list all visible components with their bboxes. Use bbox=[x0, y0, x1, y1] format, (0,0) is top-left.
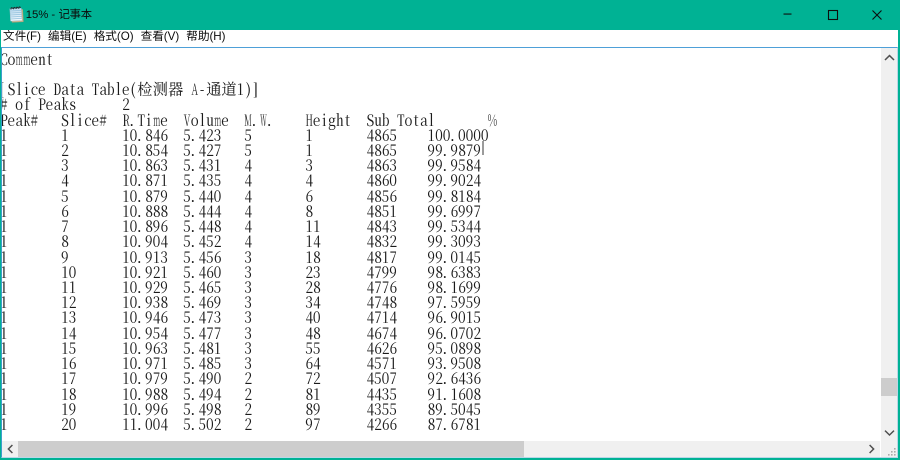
horizontal-scroll-thumb[interactable] bbox=[18, 441, 524, 457]
edit-client: Comment [Slice Data Table(检测器 A-通道1)] # of… bbox=[1, 47, 898, 458]
window-border-left bbox=[0, 0, 1, 460]
scroll-right-button[interactable] bbox=[864, 441, 880, 457]
text-content: Comment [Slice Data Table(检测器 A-通道1)] # of… bbox=[2, 48, 880, 435]
text-editor[interactable]: Comment [Slice Data Table(检测器 A-通道1)] # of… bbox=[2, 48, 880, 441]
text-caret bbox=[482, 141, 484, 156]
menu-bar: 文件(F) 编辑(E) 格式(O) 查看(V) 帮助(H) bbox=[1, 29, 898, 47]
scroll-left-button[interactable] bbox=[2, 441, 18, 457]
scroll-down-button[interactable] bbox=[881, 424, 897, 441]
horizontal-scrollbar[interactable] bbox=[2, 441, 880, 457]
scroll-up-button[interactable] bbox=[881, 48, 897, 65]
chevron-right-icon bbox=[869, 444, 875, 454]
scrollbar-corner bbox=[881, 441, 897, 457]
close-icon bbox=[872, 10, 882, 20]
resize-grip-icon[interactable] bbox=[887, 447, 897, 457]
notepad-window: 15% - 记事本 文件(F) 编辑(E) 格式(O) 查看(V) 帮助(H) Comm… bbox=[0, 0, 900, 460]
menu-item-help[interactable]: 帮助(H) bbox=[183, 29, 229, 47]
chevron-left-icon bbox=[7, 444, 13, 454]
minimize-button[interactable] bbox=[765, 0, 810, 30]
window-title: 15% - 记事本 bbox=[25, 6, 93, 22]
menu-item-format[interactable]: 格式(O) bbox=[90, 29, 137, 47]
text-line: 1 20 11.004 5.502 2 97 4266 87.6781 bbox=[2, 411, 482, 435]
chevron-up-icon bbox=[884, 54, 895, 61]
title-bar[interactable]: 15% - 记事本 bbox=[0, 0, 900, 30]
maximize-icon bbox=[827, 9, 839, 21]
minimize-icon bbox=[783, 13, 792, 15]
chevron-down-icon bbox=[884, 430, 895, 437]
close-button[interactable] bbox=[855, 0, 900, 30]
notepad-icon bbox=[9, 6, 24, 23]
text-line: [Slice Data Table(检测器 A-通道1)] bbox=[2, 77, 260, 101]
menu-item-view[interactable]: 查看(V) bbox=[137, 29, 183, 47]
text-line: Comment bbox=[2, 48, 54, 70]
vertical-scroll-thumb[interactable] bbox=[881, 378, 897, 396]
menu-item-edit[interactable]: 编辑(E) bbox=[45, 29, 91, 47]
vertical-scrollbar[interactable] bbox=[881, 48, 897, 441]
menu-item-file[interactable]: 文件(F) bbox=[1, 29, 45, 47]
maximize-button[interactable] bbox=[810, 0, 855, 30]
